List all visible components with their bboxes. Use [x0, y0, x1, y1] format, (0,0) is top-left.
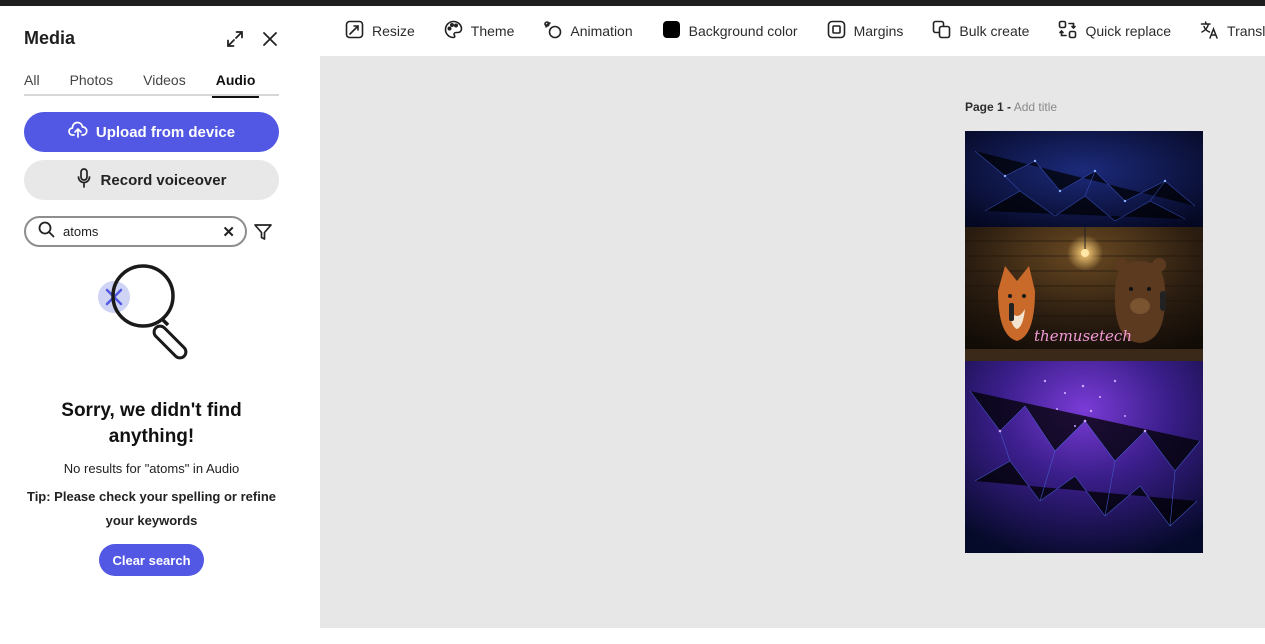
translate-icon — [1200, 20, 1219, 42]
microphone-icon — [77, 168, 91, 192]
page-1-design[interactable]: themusetech — [965, 131, 1203, 553]
record-label: Record voiceover — [100, 171, 227, 189]
media-tabs: All Photos Videos Audio — [24, 72, 279, 98]
page-number: Page 1 - — [965, 100, 1012, 114]
palette-icon — [444, 20, 463, 42]
design-canvas: Page 1 - Add title themusetech — [320, 56, 1265, 628]
search-box: ✕ — [24, 216, 247, 247]
toolbar-resize[interactable]: Resize — [345, 20, 415, 42]
search-input[interactable] — [63, 224, 213, 239]
upload-from-device-button[interactable]: Upload from device — [24, 112, 279, 152]
panel-title: Media — [24, 28, 76, 48]
quick-replace-icon — [1058, 20, 1077, 42]
tab-videos[interactable]: Videos — [143, 72, 186, 96]
tab-photos[interactable]: Photos — [70, 72, 114, 96]
empty-state-message: No results for "atoms" in Audio — [63, 461, 240, 476]
empty-state-title: Sorry, we didn't find anything! — [61, 400, 242, 447]
record-voiceover-button[interactable]: Record voiceover — [24, 160, 279, 200]
toolbar-background-color[interactable]: Background color — [662, 20, 798, 42]
resize-icon — [345, 20, 364, 42]
toolbar-quick-replace[interactable]: Quick replace — [1058, 20, 1171, 42]
quick-replace-label: Quick replace — [1085, 23, 1172, 39]
bottom-bar — [320, 628, 1265, 644]
upload-label: Upload from device — [95, 123, 236, 141]
bulk-create-icon — [932, 20, 951, 42]
expand-icon[interactable] — [224, 28, 246, 50]
toolbar-animation[interactable]: Animation — [543, 20, 633, 42]
cloud-upload-icon — [68, 121, 88, 143]
empty-state-tip: Tip: Please check your spelling or refin… — [26, 489, 276, 528]
tab-audio[interactable]: Audio — [211, 72, 259, 98]
clear-search-button[interactable]: Clear search — [99, 544, 204, 576]
clear-search-icon[interactable]: ✕ — [222, 223, 235, 241]
background-color-label: Background color — [688, 23, 798, 39]
bulk-create-label: Bulk create — [959, 23, 1030, 39]
filter-icon[interactable] — [253, 222, 273, 242]
toolbar-theme[interactable]: Theme — [444, 20, 515, 42]
editor-toolbar: Resize Theme Animation Background color — [320, 6, 1265, 56]
search-icon — [38, 221, 55, 243]
design-neon-text: themusetech — [1034, 327, 1132, 345]
toolbar-margins[interactable]: Margins — [827, 20, 904, 42]
animation-label: Animation — [570, 23, 633, 39]
color-swatch-icon — [662, 20, 681, 42]
theme-label: Theme — [470, 23, 515, 39]
toolbar-translate[interactable]: Translate — [1200, 20, 1265, 42]
margins-label: Margins — [853, 23, 904, 39]
page-label: Page 1 - Add title — [965, 100, 1057, 114]
design-artwork: themusetech — [965, 131, 1203, 553]
media-panel: Media All Photos Videos Audio Upload fro… — [0, 6, 303, 644]
no-results-illustration — [96, 262, 208, 368]
toolbar-bulk-create[interactable]: Bulk create — [932, 20, 1029, 42]
close-icon[interactable] — [259, 28, 281, 50]
add-title-link[interactable]: Add title — [1014, 100, 1057, 114]
translate-label: Translate — [1227, 23, 1265, 39]
margins-icon — [827, 20, 846, 42]
animation-icon — [543, 20, 562, 42]
tab-all[interactable]: All — [24, 72, 40, 96]
resize-label: Resize — [372, 23, 415, 39]
